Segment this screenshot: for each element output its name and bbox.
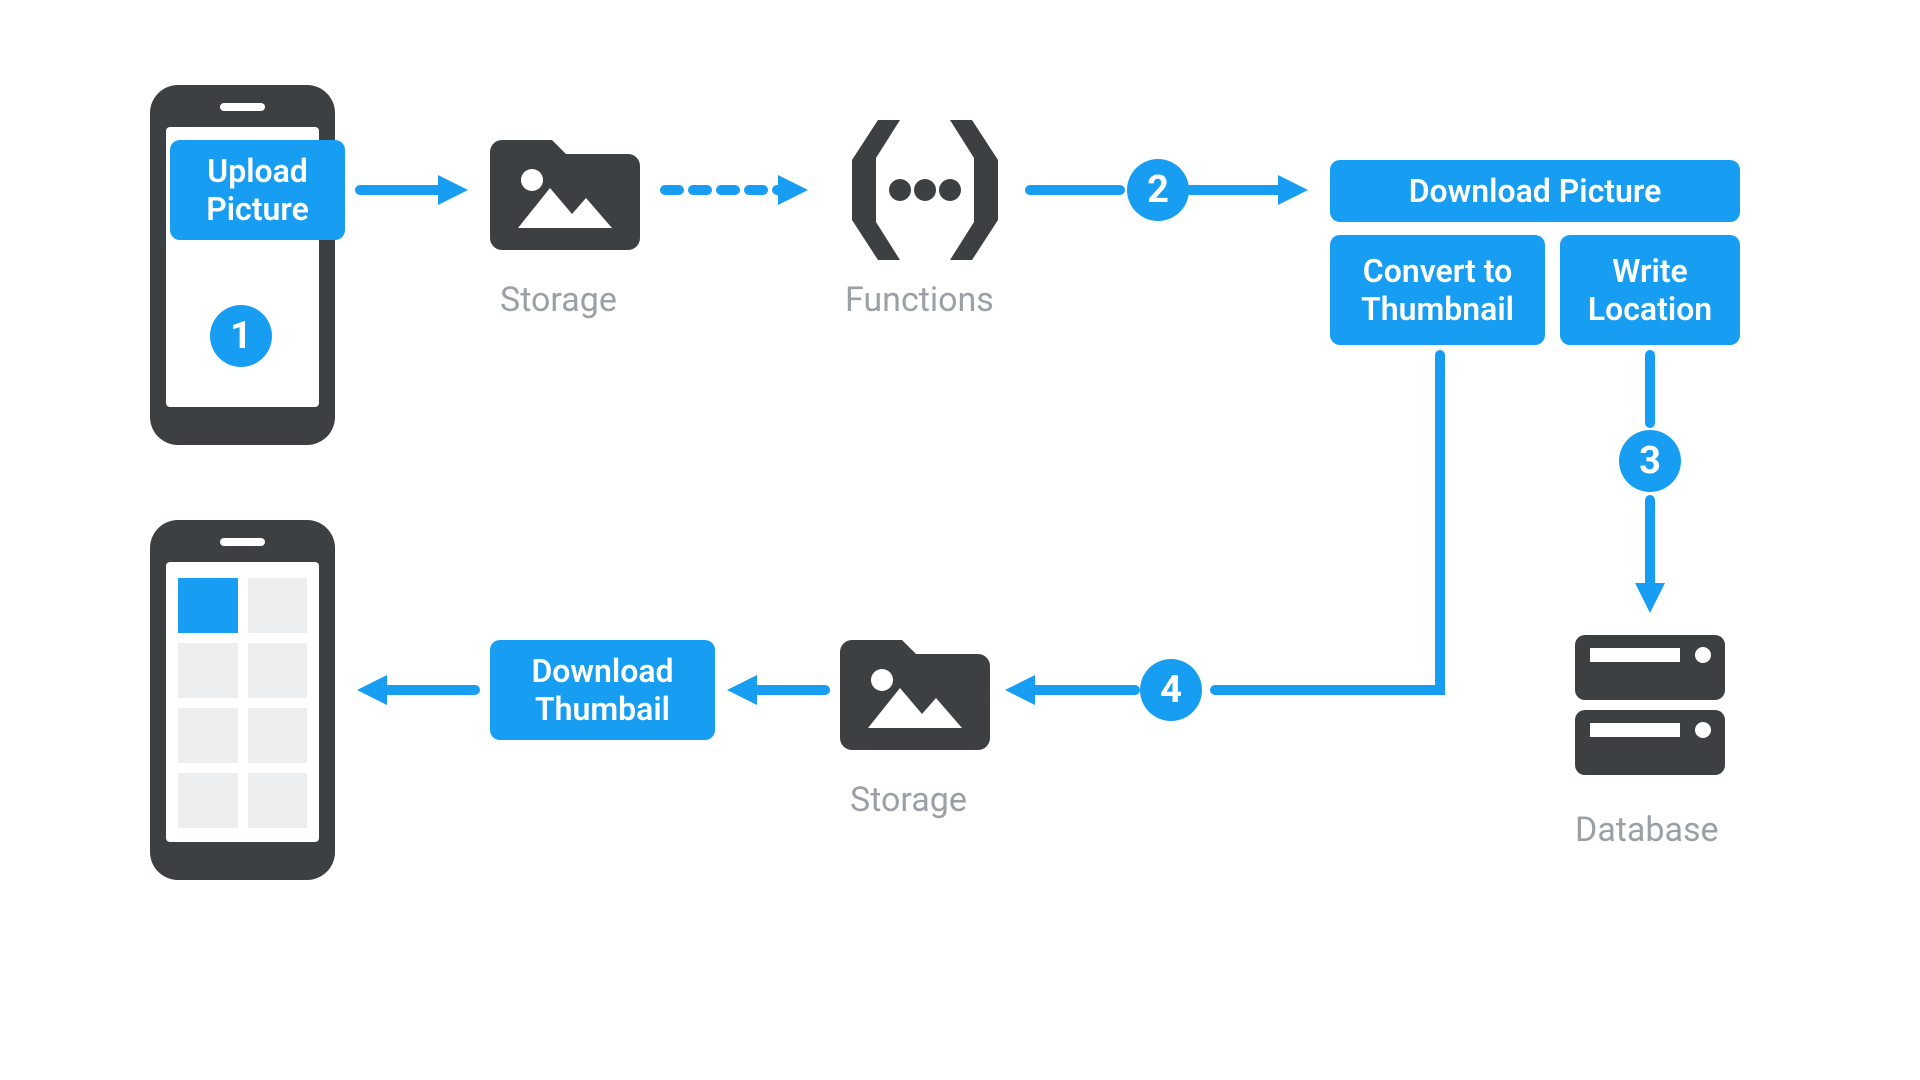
- gallery-thumb: [248, 708, 308, 763]
- convert-thumbnail-box: Convert to Thumbnail: [1330, 235, 1545, 345]
- upload-picture-box: Upload Picture: [170, 140, 345, 240]
- step-badge-2: 2: [1127, 159, 1189, 221]
- gallery-thumb: [178, 773, 238, 828]
- gallery-thumb-active: [178, 578, 238, 633]
- arrow-storage-to-thumb: [725, 675, 825, 705]
- step-badge-4: 4: [1140, 659, 1202, 721]
- gallery-thumb: [248, 773, 308, 828]
- storage-top-label: Storage: [500, 280, 617, 320]
- gallery-grid: [178, 578, 307, 828]
- arrow-convert-to-storage: [1000, 355, 1455, 715]
- download-thumbnail-box: Download Thumbail: [490, 640, 715, 740]
- storage-bottom-label: Storage: [850, 780, 967, 820]
- gallery-thumb: [178, 708, 238, 763]
- database-icon: [1575, 630, 1725, 780]
- arrow-storage-to-functions: [665, 175, 810, 205]
- gallery-thumb: [248, 643, 308, 698]
- download-picture-box: Download Picture: [1330, 160, 1740, 222]
- step-badge-3: 3: [1619, 430, 1681, 492]
- phone-gallery-icon: [150, 520, 335, 880]
- functions-icon: [830, 120, 1020, 260]
- gallery-thumb: [248, 578, 308, 633]
- arrow-upload-to-storage: [360, 175, 470, 205]
- write-location-box: Write Location: [1560, 235, 1740, 345]
- step-badge-1: 1: [210, 305, 272, 367]
- database-label: Database: [1575, 810, 1719, 850]
- phone-upload-icon: [150, 85, 335, 445]
- gallery-thumb: [178, 643, 238, 698]
- storage-top-icon: [490, 130, 640, 250]
- functions-label: Functions: [845, 280, 994, 320]
- storage-bottom-icon: [840, 630, 990, 750]
- arrow-thumb-to-phone: [355, 675, 475, 705]
